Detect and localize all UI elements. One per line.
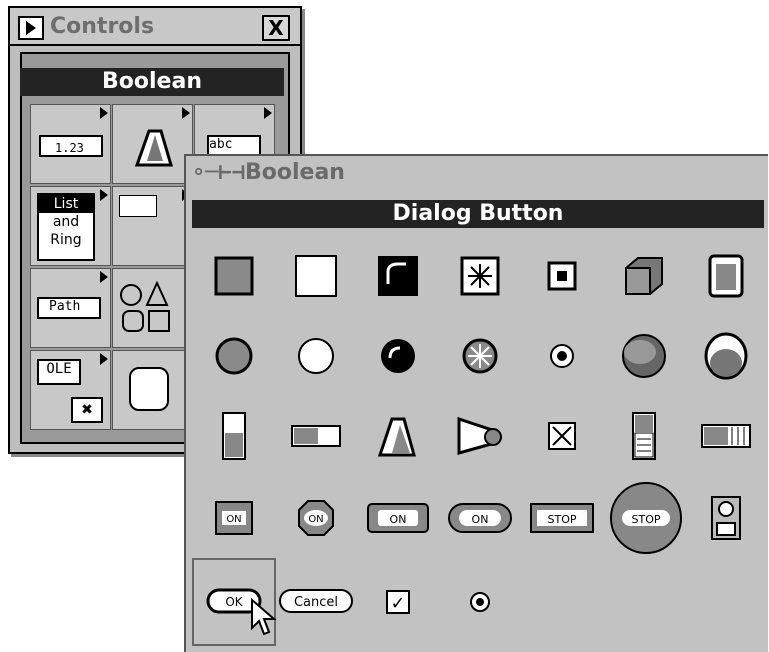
octagon-on-button-control[interactable]: ON (288, 490, 344, 546)
mouse-cursor-icon (251, 598, 277, 636)
square-on-button-control[interactable]: ON (206, 490, 262, 546)
palette-title: Boolean (244, 160, 345, 185)
round-radio-control[interactable] (534, 328, 590, 384)
list-ring-palette-cell[interactable]: List and Ring (30, 186, 111, 266)
path-palette-cell[interactable]: Path (30, 268, 111, 348)
ole-icon: OLE (37, 359, 81, 385)
stop-label: STOP (632, 513, 661, 526)
palette-header: Boolean (20, 68, 284, 96)
and-label: and (52, 214, 80, 230)
boxed-x-control[interactable] (534, 408, 590, 464)
list-ring-icon: List and Ring (37, 193, 95, 261)
horizontal-rocker-control[interactable] (698, 408, 754, 464)
on-label: ON (226, 514, 241, 525)
checkbox-control[interactable]: ✓ (370, 574, 426, 630)
list-label: List (39, 195, 93, 213)
on-label: ON (390, 513, 407, 526)
3d-round-button-control[interactable] (616, 328, 672, 384)
labview-icon (18, 16, 44, 40)
numeric-palette-cell[interactable]: 1.23 (30, 104, 111, 184)
vertical-button-control[interactable] (698, 490, 754, 546)
select-control-icon (129, 367, 169, 411)
submenu-arrow-icon (182, 107, 190, 119)
square-starburst-control[interactable] (452, 248, 508, 304)
close-button[interactable]: X (262, 15, 290, 41)
submenu-arrow-icon (100, 353, 108, 365)
rounded-on-button-control[interactable]: ON (440, 490, 520, 546)
palette-title-bar[interactable]: ∘─⊢⊣Boolean (192, 160, 345, 185)
check-mark: ✓ (390, 593, 405, 614)
ring-label: Ring (50, 232, 82, 248)
cancel-label: Cancel (294, 595, 338, 610)
square-checkbox-control[interactable] (534, 248, 590, 304)
numeric-icon: 1.23 (39, 135, 103, 157)
ok-label: OK (225, 595, 243, 609)
on-label: ON (308, 514, 323, 525)
round-light-on-control[interactable] (370, 328, 426, 384)
vertical-slide-switch-control[interactable] (206, 408, 262, 464)
path-icon: Path (37, 297, 101, 319)
submenu-arrow-icon (264, 107, 272, 119)
boolean-palette-cell[interactable] (112, 104, 193, 184)
ole-box-icon: ✖ (71, 397, 103, 423)
ole-palette-cell[interactable]: OLE ✖ (30, 350, 111, 430)
vertical-rocker-control[interactable] (616, 408, 672, 464)
rocker-square-control[interactable] (698, 248, 754, 304)
round-starburst-control[interactable] (452, 328, 508, 384)
subpalette-header: Dialog Button (192, 200, 764, 228)
rect-on-button-control[interactable]: ON (358, 490, 438, 546)
window-title: Controls (50, 14, 155, 39)
pushpin-icon[interactable]: ∘─⊢⊣ (192, 160, 245, 185)
submenu-arrow-icon (100, 189, 108, 201)
round-light-off-control[interactable] (288, 328, 344, 384)
radio-button-control[interactable] (452, 574, 508, 630)
square-led-control[interactable] (206, 248, 262, 304)
horizontal-toggle-switch-control[interactable] (452, 408, 508, 464)
decorations-icon (120, 280, 170, 332)
decorations-palette-cell[interactable] (112, 268, 193, 348)
round-led-control[interactable] (206, 328, 262, 384)
array-icon (119, 195, 157, 217)
vertical-toggle-switch-control[interactable] (370, 408, 426, 464)
boolean-palette: ∘─⊢⊣Boolean Dialog Button ON ON ON ON ST… (184, 154, 768, 652)
submenu-arrow-icon (100, 271, 108, 283)
controls-titlebar[interactable]: Controls X (10, 8, 300, 46)
select-control-palette-cell[interactable] (112, 350, 193, 430)
on-label: ON (472, 513, 489, 526)
boolean-switch-icon (134, 129, 174, 167)
flat-square-button-control[interactable] (288, 248, 344, 304)
horizontal-slide-switch-control[interactable] (288, 408, 344, 464)
submenu-arrow-icon (100, 107, 108, 119)
array-cluster-palette-cell[interactable] (112, 186, 193, 266)
stop-label: STOP (548, 513, 577, 526)
round-stop-button-control[interactable]: STOP (604, 478, 688, 558)
cancel-button-control[interactable]: Cancel (278, 574, 354, 630)
stop-button-control[interactable]: STOP (522, 490, 602, 546)
round-rocker-control[interactable] (698, 328, 754, 384)
square-light-control[interactable] (370, 248, 426, 304)
3d-square-button-control[interactable] (616, 248, 672, 304)
